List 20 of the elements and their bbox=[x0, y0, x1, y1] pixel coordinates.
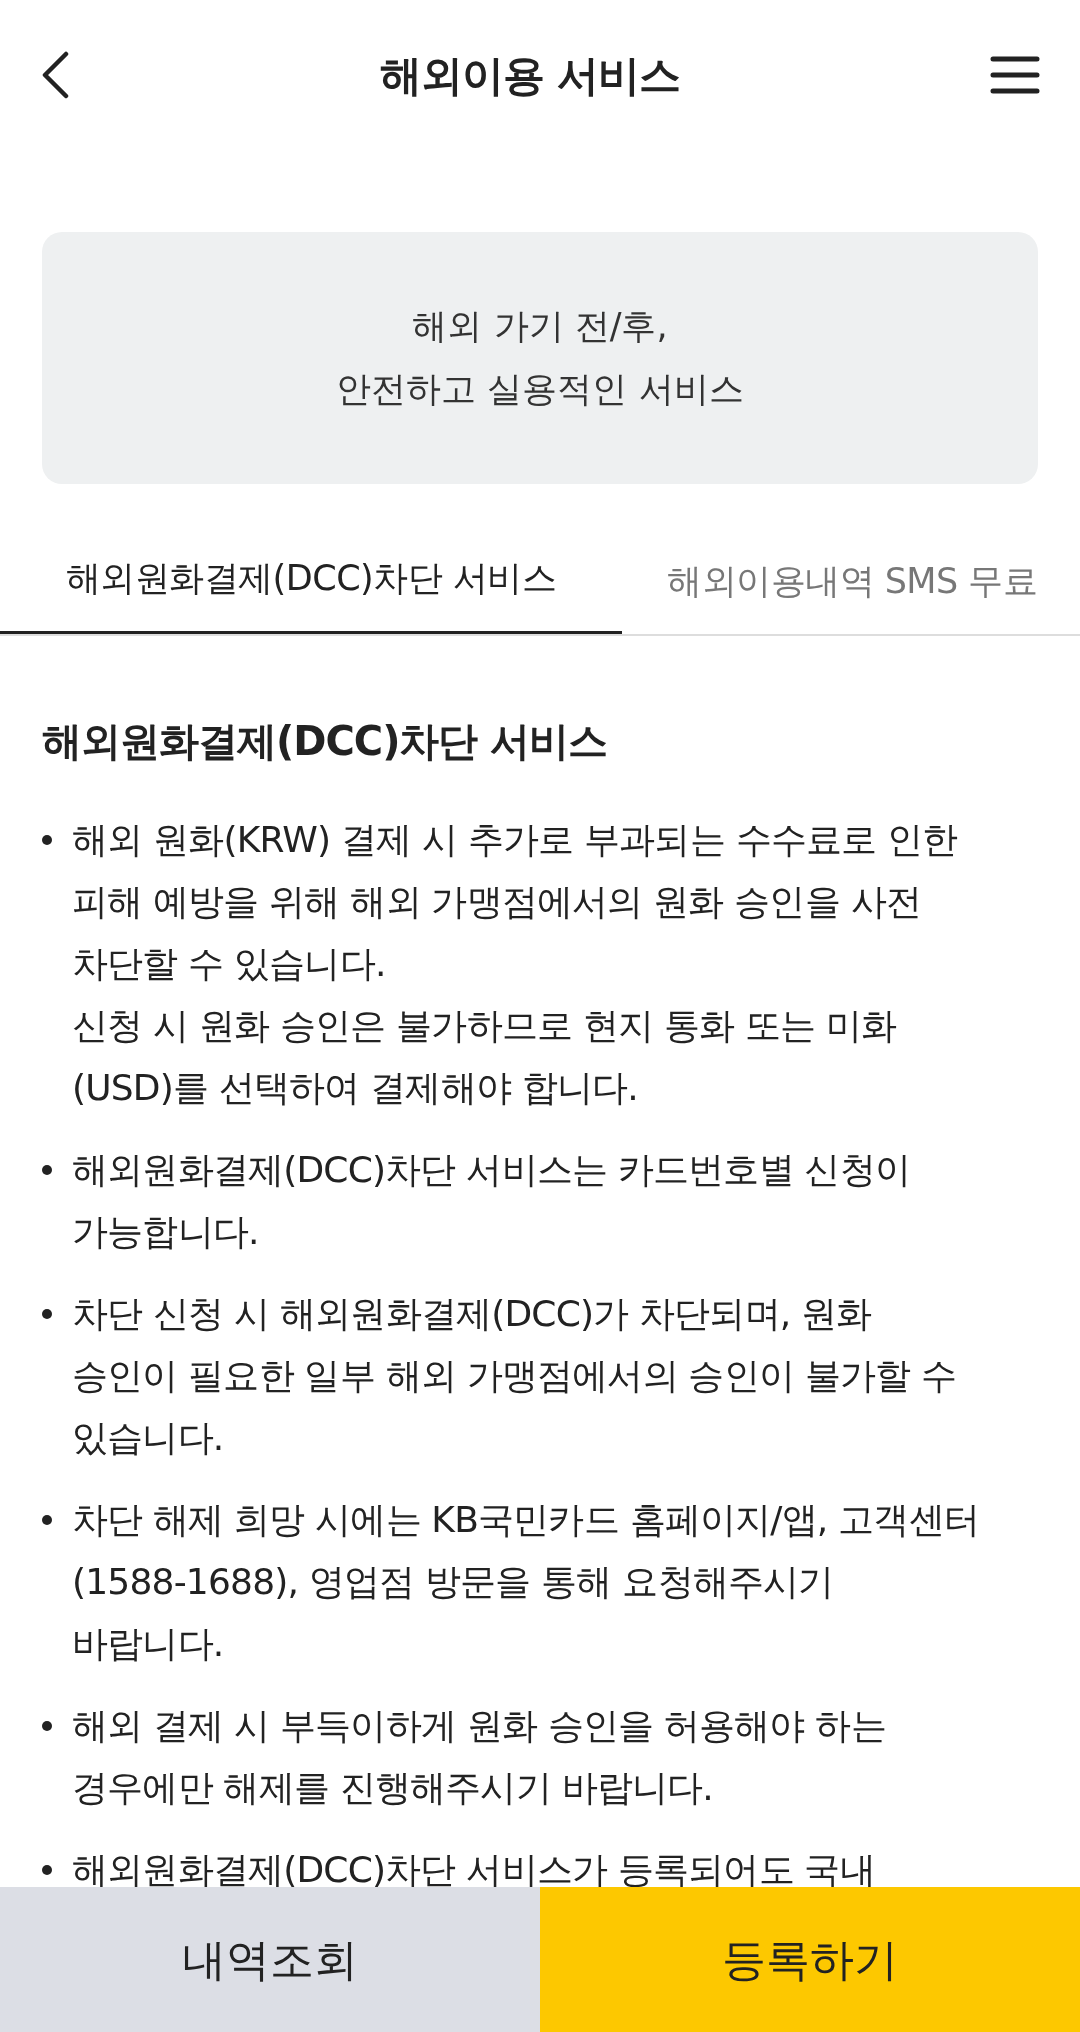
register-button[interactable]: 등록하기 bbox=[540, 1887, 1080, 2032]
bullet-icon bbox=[42, 1165, 52, 1175]
section-title: 해외원화결제(DCC)차단 서비스 bbox=[42, 717, 609, 766]
bullet-text: 해외원화결제(DCC)차단 서비스는 카드번호별 신청이 가능합니다. bbox=[72, 1148, 910, 1254]
bullet-icon bbox=[42, 1865, 52, 1875]
promo-banner: 해외 가기 전/후, 안전하고 실용적인 서비스 bbox=[42, 232, 1038, 484]
menu-icon[interactable] bbox=[990, 55, 1040, 95]
bullet-icon bbox=[42, 1309, 52, 1319]
bullet-icon bbox=[42, 1515, 52, 1525]
back-icon[interactable] bbox=[40, 51, 70, 99]
tab[interactable]: 해외이용내역 SMS 무료 bbox=[622, 526, 1038, 634]
history-button[interactable]: 내역조회 bbox=[0, 1887, 540, 2032]
bullet-text: 차단 신청 시 해외원화결제(DCC)가 차단되며, 원화 승인이 필요한 일부 해외 가맹점에서의 승인이 불가할 수 있습니다. bbox=[72, 1292, 957, 1460]
bullet-icon bbox=[42, 1721, 52, 1731]
page-title: 해외이용 서비스 bbox=[379, 49, 681, 102]
bullet-text: 해외 결제 시 부득이하게 원화 승인을 허용해야 하는 경우에만 해제를 진행해주시기 바랍니다. bbox=[72, 1704, 886, 1810]
tab[interactable]: 해외원화결제(DCC)차단 서비스 bbox=[0, 526, 622, 634]
bullet-text: 해외 원화(KRW) 결제 시 추가로 부과되는 수수료로 인한 피해 예방을 위해 해외 가맹점에서의 원화 승인을 사전 차단할 수 있습니다. 신청 시 원화 승인은 불가하므로 현지 통화 또는 미화 (USD)를 선택하여 결제해야 합니다. bbox=[72, 818, 958, 1110]
bullet-text: 차단 해제 희망 시에는 KB국민카드 홈페이지/앱, 고객센터 (1588-1688), 영업점 방문을 통해 요청해주시기 바랍니다. bbox=[72, 1498, 979, 1666]
bullet-icon bbox=[42, 835, 52, 845]
